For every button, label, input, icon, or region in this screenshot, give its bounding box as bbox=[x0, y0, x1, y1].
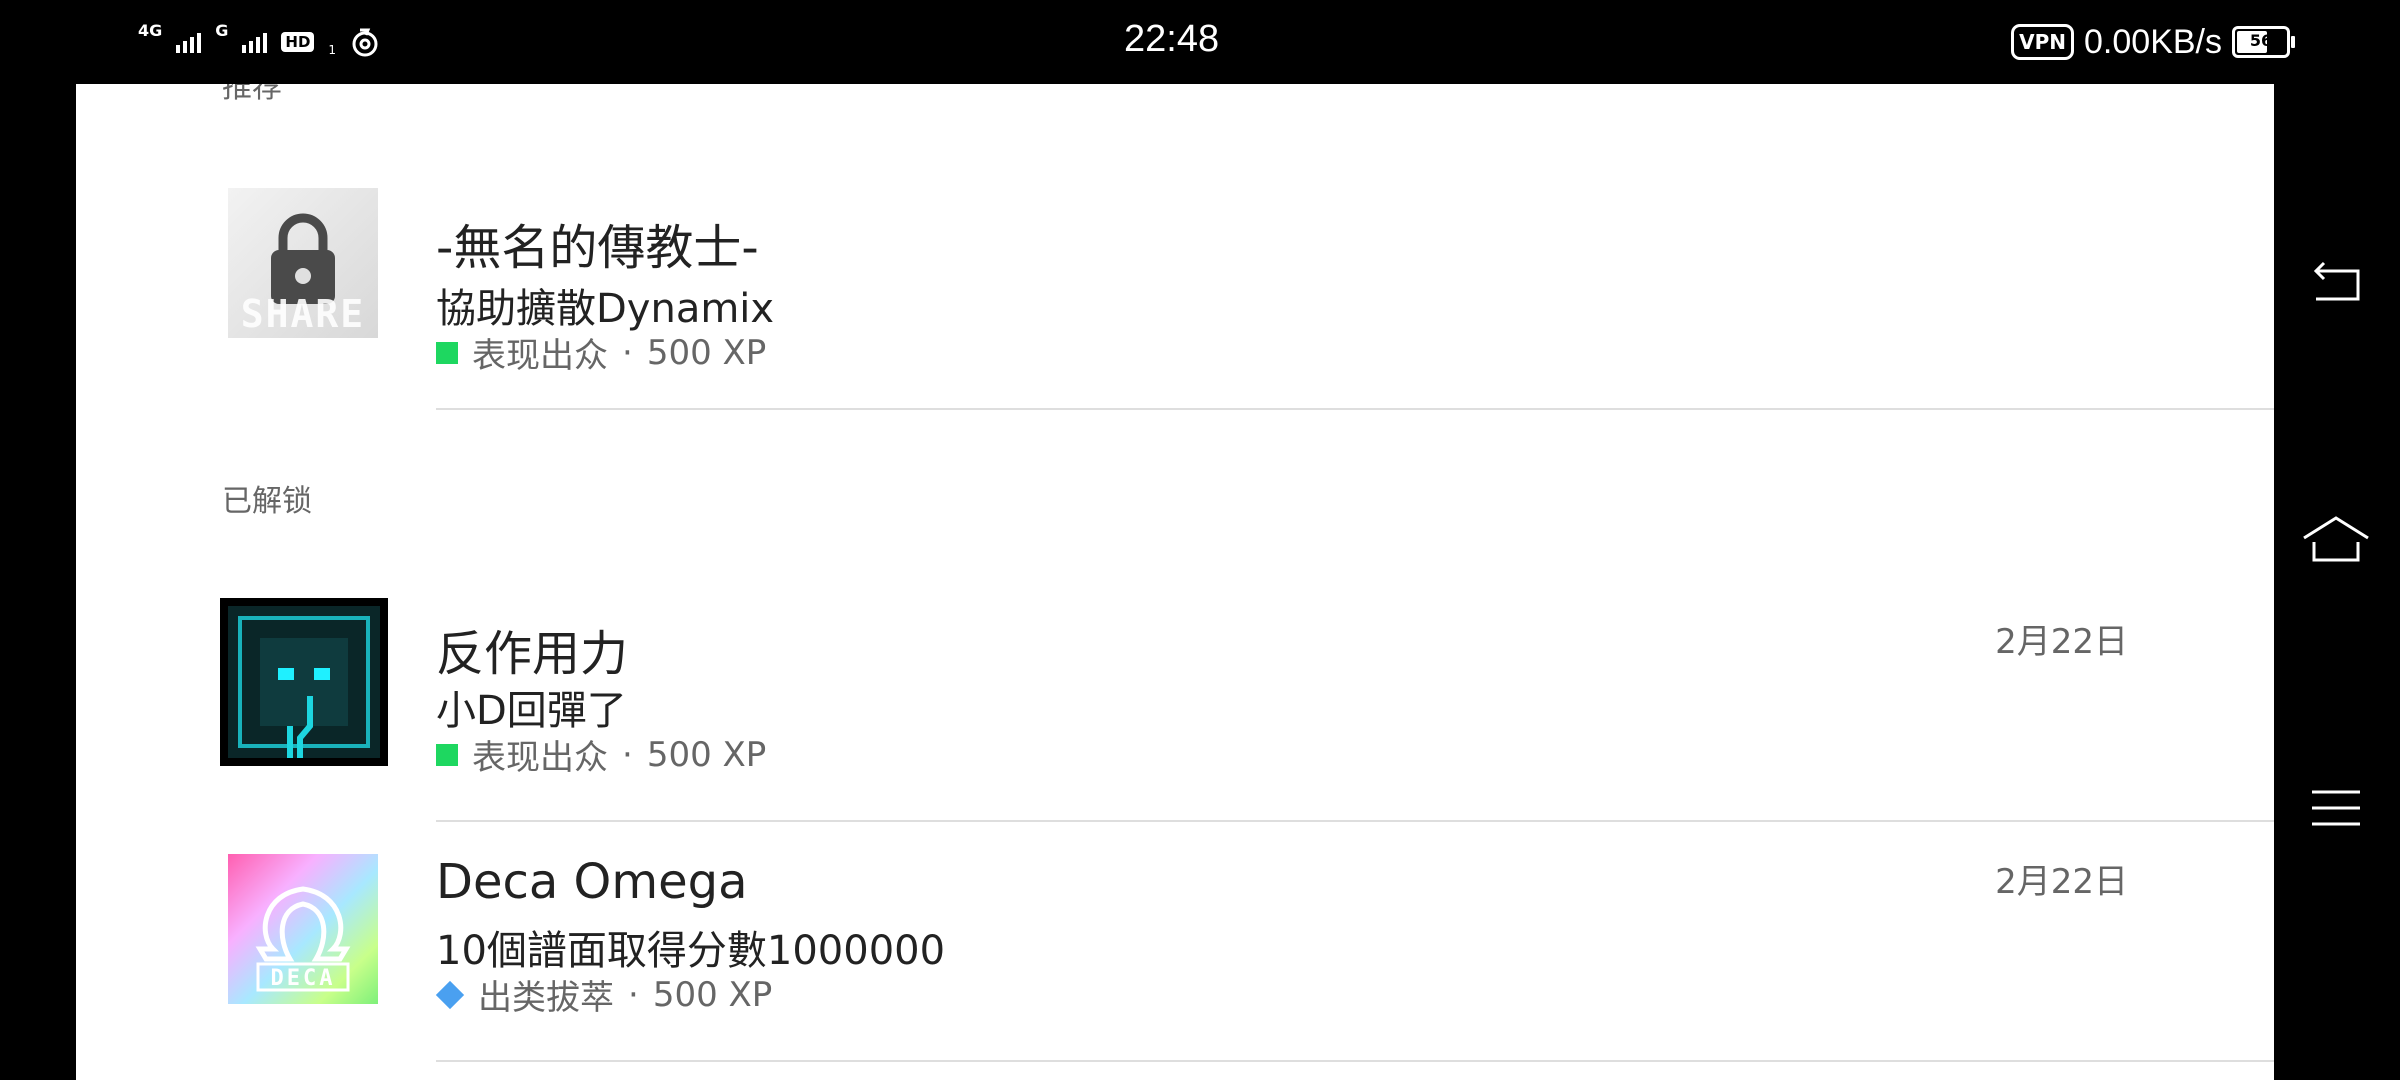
achievement-title: Deca Omega bbox=[436, 854, 748, 910]
thumbnail-label: DECA bbox=[270, 966, 336, 991]
back-icon bbox=[2313, 261, 2360, 301]
battery-icon: 56 bbox=[2232, 26, 2295, 58]
achievement-description: 協助擴散Dynamix bbox=[436, 286, 775, 332]
achievement-date: 2月22日 bbox=[1995, 622, 2128, 662]
achievement-tier: 表现出众 bbox=[472, 336, 608, 376]
cellular-icon bbox=[242, 31, 268, 53]
achievement-xp: 500 XP bbox=[646, 734, 767, 775]
divider bbox=[436, 820, 2274, 822]
hd-badge: HD bbox=[281, 32, 315, 52]
home-icon bbox=[2303, 516, 2369, 562]
achievement-tier: 表现出众 bbox=[472, 738, 608, 778]
achievement-meta: 表现出众 · 500 XP bbox=[436, 730, 766, 779]
navigation-bar bbox=[2274, 84, 2400, 1080]
achievement-date: 2月22日 bbox=[1995, 862, 2128, 902]
achievement-thumbnail-deca-omega: DECA bbox=[228, 854, 378, 1004]
achievement-item[interactable]: SHARE -無名的傳教士- 協助擴散Dynamix 表现出众 · 500 XP bbox=[76, 188, 2274, 428]
back-button[interactable] bbox=[2296, 244, 2376, 324]
network-speed: 0.00KB/s bbox=[2084, 22, 2222, 61]
status-bar-right: VPN 0.00KB/s 56 bbox=[2011, 20, 2295, 64]
achievement-meta: 表现出众 · 500 XP bbox=[436, 328, 766, 377]
achievement-item[interactable]: DECA Deca Omega 10個譜面取得分數1000000 出类拔萃 · … bbox=[76, 854, 2274, 1080]
vpn-badge: VPN bbox=[2011, 24, 2075, 60]
battery-level: 56 bbox=[2249, 31, 2273, 50]
achievement-title: -無名的傳教士- bbox=[436, 220, 759, 276]
network-type-g: G bbox=[215, 20, 229, 40]
cellular-icon bbox=[176, 31, 202, 53]
tier-blue-diamond-icon bbox=[435, 980, 465, 1009]
home-button[interactable] bbox=[2296, 500, 2376, 580]
tier-green-square-icon bbox=[436, 341, 458, 364]
achievement-item[interactable]: 反作用力 小D回彈了 表现出众 · 500 XP 2月22日 bbox=[76, 598, 2274, 854]
meta-separator: · bbox=[628, 974, 639, 1015]
thumbnail-label: SHARE bbox=[240, 292, 366, 336]
clock: 22:48 bbox=[1124, 18, 1220, 60]
achievement-thumbnail-counter-force bbox=[220, 598, 388, 766]
robot-face-icon bbox=[228, 606, 380, 758]
achievement-xp: 500 XP bbox=[652, 974, 773, 1015]
hotspot-icon bbox=[352, 28, 378, 57]
achievement-thumbnail-share: SHARE bbox=[228, 188, 378, 338]
network-type-4g: 4G bbox=[138, 20, 163, 40]
menu-button[interactable] bbox=[2296, 768, 2376, 848]
achievement-xp: 500 XP bbox=[646, 332, 767, 373]
achievement-description: 小D回彈了 bbox=[436, 688, 627, 734]
achievement-title: 反作用力 bbox=[436, 626, 629, 682]
section-header-unlocked: 已解锁 bbox=[222, 484, 312, 519]
status-bar-left: 4G G HD 1 bbox=[138, 20, 380, 64]
tier-green-square-icon bbox=[436, 743, 458, 766]
meta-separator: · bbox=[622, 332, 633, 373]
achievement-tier: 出类拔萃 bbox=[478, 978, 614, 1018]
divider bbox=[436, 408, 2274, 410]
meta-separator: · bbox=[622, 734, 633, 775]
achievements-list[interactable]: 推荐 SHARE -無名的傳教士- 協助擴散Dynamix 表现出众 · 500… bbox=[76, 84, 2274, 1080]
divider bbox=[436, 1060, 2274, 1062]
achievement-description: 10個譜面取得分數1000000 bbox=[436, 928, 946, 974]
section-header-recommended: 推荐 bbox=[222, 84, 282, 105]
achievement-meta: 出类拔萃 · 500 XP bbox=[435, 970, 773, 1019]
hd-sub-label: 1 bbox=[328, 43, 337, 57]
menu-icon bbox=[2312, 790, 2360, 826]
status-bar: 4G G HD 1 22:48 VPN 0.00KB/s 56 bbox=[0, 0, 2400, 84]
